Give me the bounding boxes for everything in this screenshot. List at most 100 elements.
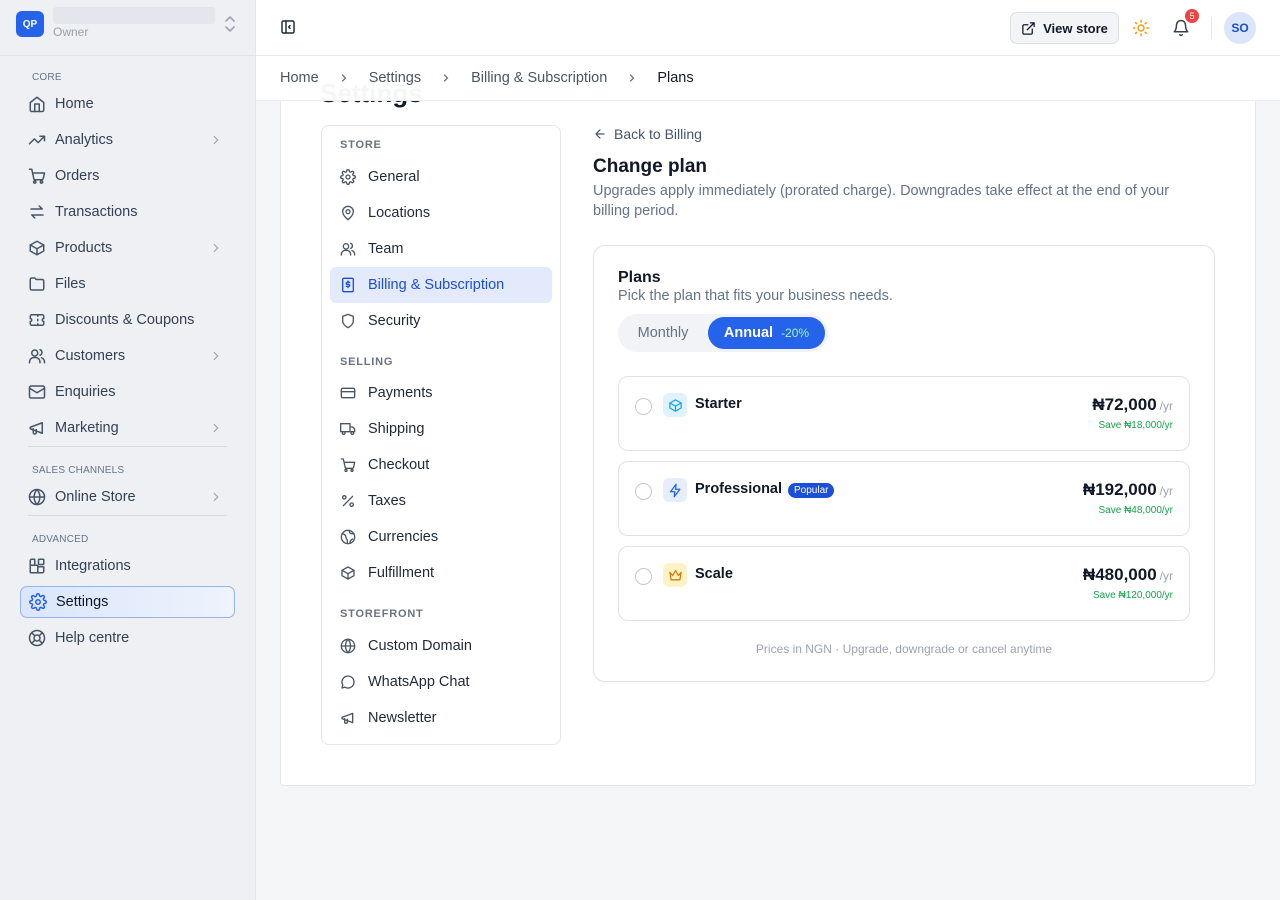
notification-badge: 5 xyxy=(1185,9,1199,23)
nav-section-core: CORE xyxy=(32,72,62,83)
sidebar-item-orders[interactable]: Orders xyxy=(20,160,235,192)
sidebar-item-label: Analytics xyxy=(55,132,114,148)
settings-item-label: Fulfillment xyxy=(368,565,435,581)
back-link-label: Back to Billing xyxy=(614,126,702,142)
billing-monthly-option[interactable]: Monthly xyxy=(618,314,708,352)
settings-item-label: WhatsApp Chat xyxy=(368,674,470,690)
avatar[interactable]: SO xyxy=(1224,12,1256,44)
chat-bubble-icon xyxy=(340,674,356,690)
breadcrumb: Home Settings Billing & Subscription Pla… xyxy=(256,56,1280,101)
settings-item-taxes[interactable]: Taxes xyxy=(330,483,552,519)
sidebar-item-enquiries[interactable]: Enquiries xyxy=(20,376,235,408)
settings-item-checkout[interactable]: Checkout xyxy=(330,447,552,483)
settings-item-locations[interactable]: Locations xyxy=(330,195,552,231)
sidebar-item-files[interactable]: Files xyxy=(20,268,235,300)
settings-item-label: Billing & Subscription xyxy=(368,277,505,293)
sidebar-toggle-icon[interactable] xyxy=(280,19,296,35)
settings-item-fulfillment[interactable]: Fulfillment xyxy=(330,555,552,591)
plan-option-professional[interactable]: Professional Popular ₦192,000/yr Save ₦4… xyxy=(618,461,1190,536)
settings-item-general[interactable]: General xyxy=(330,159,552,195)
plans-subtitle: Pick the plan that fits your business ne… xyxy=(618,288,893,304)
plan-option-starter[interactable]: Starter ₦72,000/yr Save ₦18,000/yr xyxy=(618,376,1190,451)
settings-item-label: Locations xyxy=(368,205,431,221)
plan-price: ₦480,000/yr xyxy=(1083,565,1173,585)
settings-item-label: Newsletter xyxy=(368,710,437,726)
settings-item-custom-domain[interactable]: Custom Domain xyxy=(330,628,552,664)
ticket-icon xyxy=(28,311,46,329)
settings-section-storefront: STOREFRONT xyxy=(340,608,424,620)
receipt-icon xyxy=(340,277,356,293)
sidebar-item-analytics[interactable]: Analytics xyxy=(20,124,235,156)
settings-item-label: Taxes xyxy=(368,493,406,509)
chevron-right-icon xyxy=(209,133,223,147)
globe-currency-icon xyxy=(340,529,356,545)
settings-item-currencies[interactable]: Currencies xyxy=(330,519,552,555)
sidebar-item-marketing[interactable]: Marketing xyxy=(20,412,235,444)
chevron-right-icon xyxy=(338,72,350,84)
sidebar-item-home[interactable]: Home xyxy=(20,88,235,120)
external-link-icon xyxy=(1021,21,1036,36)
sidebar: QP Owner CORE Home Analytics Orders Tran… xyxy=(0,0,256,900)
breadcrumb-billing[interactable]: Billing & Subscription xyxy=(471,70,607,86)
sidebar-item-label: Settings xyxy=(56,594,109,610)
view-store-button[interactable]: View store xyxy=(1010,12,1119,44)
settings-item-label: Security xyxy=(368,313,421,329)
sidebar-item-online-store[interactable]: Online Store xyxy=(20,481,235,513)
sidebar-item-help-centre[interactable]: Help centre xyxy=(20,622,235,654)
settings-item-team[interactable]: Team xyxy=(330,231,552,267)
sidebar-item-label: Transactions xyxy=(55,204,138,220)
users-icon xyxy=(28,347,46,365)
breadcrumb-settings[interactable]: Settings xyxy=(369,70,421,86)
settings-item-newsletter[interactable]: Newsletter xyxy=(330,700,552,736)
sidebar-item-transactions[interactable]: Transactions xyxy=(20,196,235,228)
blocks-icon xyxy=(28,557,46,575)
settings-item-whatsapp[interactable]: WhatsApp Chat xyxy=(330,664,552,700)
mail-icon xyxy=(28,383,46,401)
topbar: View store 5 SO xyxy=(256,0,1280,56)
sidebar-item-label: Home xyxy=(55,96,94,112)
package-icon xyxy=(28,239,46,257)
lightning-icon xyxy=(663,478,687,502)
plan-price-amount: ₦192,000 xyxy=(1082,480,1157,499)
chevron-right-icon xyxy=(209,490,223,504)
plan-savings: Save ₦18,000/yr xyxy=(1098,420,1174,431)
sidebar-item-label: Marketing xyxy=(55,420,119,436)
sidebar-item-products[interactable]: Products xyxy=(20,232,235,264)
sidebar-item-settings[interactable]: Settings xyxy=(20,586,235,618)
sidebar-item-label: Help centre xyxy=(55,630,130,646)
settings-item-label: Team xyxy=(368,241,404,257)
sidebar-item-discounts[interactable]: Discounts & Coupons xyxy=(20,304,235,336)
shield-icon xyxy=(340,313,356,329)
sidebar-item-customers[interactable]: Customers xyxy=(20,340,235,372)
plan-option-scale[interactable]: Scale ₦480,000/yr Save ₦120,000/yr xyxy=(618,546,1190,621)
plan-radio[interactable] xyxy=(635,568,652,585)
sun-icon[interactable] xyxy=(1132,19,1150,37)
settings-item-label: Payments xyxy=(368,385,433,401)
settings-item-shipping[interactable]: Shipping xyxy=(330,411,552,447)
plan-savings: Save ₦48,000/yr xyxy=(1098,505,1174,516)
nav-divider xyxy=(28,446,227,447)
lifebuoy-icon xyxy=(28,629,46,647)
back-to-billing-link[interactable]: Back to Billing xyxy=(593,126,702,142)
breadcrumb-home[interactable]: Home xyxy=(280,70,319,86)
settings-nav: STORE General Locations Team Billing & S… xyxy=(321,125,561,745)
topbar-divider xyxy=(1211,17,1212,39)
sidebar-item-integrations[interactable]: Integrations xyxy=(20,550,235,582)
store-role: Owner xyxy=(53,25,89,39)
plans-card: Plans Pick the plan that fits your busin… xyxy=(593,245,1215,682)
billing-annual-option[interactable]: Annual -20% xyxy=(708,317,825,349)
package-icon xyxy=(340,565,356,581)
settings-item-payments[interactable]: Payments xyxy=(330,375,552,411)
megaphone-icon xyxy=(28,419,46,437)
settings-item-billing[interactable]: Billing & Subscription xyxy=(330,267,552,303)
sidebar-item-label: Files xyxy=(55,276,86,292)
store-switcher[interactable]: QP Owner xyxy=(0,0,256,56)
truck-icon xyxy=(340,421,356,437)
plan-name: Professional xyxy=(695,481,783,497)
plan-radio[interactable] xyxy=(635,483,652,500)
plan-name: Starter xyxy=(695,396,742,412)
settings-item-security[interactable]: Security xyxy=(330,303,552,339)
chevron-up-down-icon xyxy=(223,15,237,33)
plan-radio[interactable] xyxy=(635,398,652,415)
credit-card-icon xyxy=(340,385,356,401)
